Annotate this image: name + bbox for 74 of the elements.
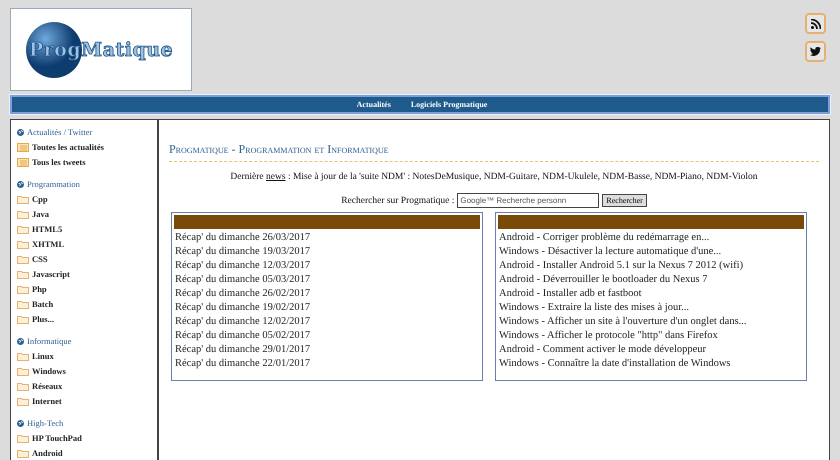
rss-feed-link[interactable] (805, 13, 826, 34)
article-link[interactable]: Récap' du dimanche 12/03/2017 (175, 259, 480, 273)
article-link[interactable]: Android - Installer adb et fastboot (499, 287, 804, 301)
sidebar-link[interactable]: Php (17, 283, 157, 295)
news-text: Dernière news : Mise à jour de la 'suite NDM' : NotesDeMusique, NDM-Guitare, NDM-Ukulele, NDM-Basse, NDM-Piano, NDM-Violon (229, 172, 759, 182)
article-link[interactable]: Android - Installer Android 5.1 sur la Nexus 7 2012 (wifi) (499, 259, 804, 273)
sidebar-link[interactable]: Java (17, 208, 157, 220)
article-link[interactable]: Windows - Afficher le protocole "http" dans Firefox (499, 329, 804, 343)
globe-icon (17, 420, 24, 426)
folder-icon (17, 194, 29, 204)
folder-icon (17, 396, 29, 406)
article-link[interactable]: Android - Corriger problème du redémarrage en... (499, 231, 804, 245)
article-link[interactable]: Récap' du dimanche 19/02/2017 (175, 301, 480, 315)
folder-icon (17, 434, 29, 442)
article-link[interactable]: Récap' du dimanche 26/03/2017 (175, 231, 480, 245)
bird-icon (810, 47, 821, 56)
sidebar-link[interactable]: HP TouchPad (17, 432, 157, 444)
search-button[interactable]: Rechercher (602, 194, 647, 207)
article-link[interactable]: Récap' du dimanche 12/02/2017 (175, 315, 480, 329)
nav-link[interactable]: Actualités (352, 100, 391, 109)
sidebar-link[interactable]: Toutes les actualités (17, 141, 157, 153)
sidebar-link[interactable]: Plus... (17, 313, 157, 325)
search-label: Rechercher sur Progmatique : (341, 196, 454, 206)
sidebar-link[interactable]: Internet (17, 395, 157, 407)
folder-icon (17, 366, 29, 376)
folder-icon (17, 314, 29, 324)
twitter-link[interactable] (805, 41, 826, 62)
folder-icon (17, 382, 29, 390)
sidebar-link[interactable]: CSS (17, 253, 157, 265)
folder-icon (17, 284, 29, 294)
article-link[interactable]: Android - Déverrouiller le bootloader du Nexus 7 (499, 273, 804, 287)
folder-icon (17, 352, 29, 360)
article-link[interactable]: Windows - Extraire la liste des mises à jour... (499, 301, 804, 315)
article-link[interactable]: Récap' du dimanche 29/01/2017 (175, 343, 480, 357)
sidebar-link[interactable]: Tous les tweets (17, 156, 157, 168)
folder-icon (17, 300, 29, 308)
sidebar-heading-text: Informatique (27, 336, 72, 346)
globe-icon (17, 338, 24, 344)
nav-link[interactable]: Logiciels Progmatique (406, 100, 488, 109)
search-field[interactable]: Google™ Recherche personn (457, 193, 600, 208)
page-title: Progmatique - Programmation et Informatique (169, 142, 819, 162)
folder-icon (17, 224, 29, 234)
folder-icon (17, 240, 29, 248)
article-link[interactable]: Récap' du dimanche 22/01/2017 (175, 357, 480, 371)
article-link[interactable]: Windows - Connaître la date d'installation de Windows (499, 357, 804, 371)
sidebar-link[interactable]: Android (17, 447, 157, 459)
sidebar-link[interactable]: Javascript (17, 268, 157, 280)
sidebar-heading-text: Actualités / Twitter (27, 127, 92, 137)
article-link[interactable]: Récap' du dimanche 05/02/2017 (175, 329, 480, 343)
news-link[interactable]: news (266, 172, 286, 182)
globe-icon (17, 128, 24, 136)
sidebar-heading-text: High-Tech (27, 418, 64, 428)
sidebar-link[interactable]: Réseaux (17, 380, 157, 392)
sidebar-link[interactable]: Batch (17, 298, 157, 310)
article-link[interactable]: Windows - Désactiver la lecture automatique d'une... (499, 245, 804, 259)
list-icon (17, 142, 29, 152)
sidebar-link[interactable]: HTML5 (17, 223, 157, 235)
rss-icon (810, 18, 820, 28)
sidebar-link[interactable]: Linux (17, 350, 157, 362)
article-link[interactable]: Windows - Afficher un site à l'ouverture d'un onglet dans... (499, 315, 804, 329)
article-link[interactable]: Android - Comment activer le mode développeur (499, 343, 804, 357)
article-link[interactable]: Récap' du dimanche 05/03/2017 (175, 273, 480, 287)
folder-icon (17, 270, 29, 278)
article-link[interactable]: Récap' du dimanche 19/03/2017 (175, 245, 480, 259)
sidebar-link[interactable]: XHTML (17, 238, 157, 250)
sidebar-heading-text: Programmation (27, 179, 80, 189)
list-icon (17, 158, 29, 166)
folder-icon (17, 254, 29, 264)
article-link[interactable]: Récap' du dimanche 26/02/2017 (175, 287, 480, 301)
folder-icon (17, 448, 29, 458)
globe-icon (17, 180, 24, 188)
sidebar-link[interactable]: Cpp (17, 193, 157, 205)
sidebar-link[interactable]: Windows (17, 365, 157, 377)
folder-icon (17, 210, 29, 218)
